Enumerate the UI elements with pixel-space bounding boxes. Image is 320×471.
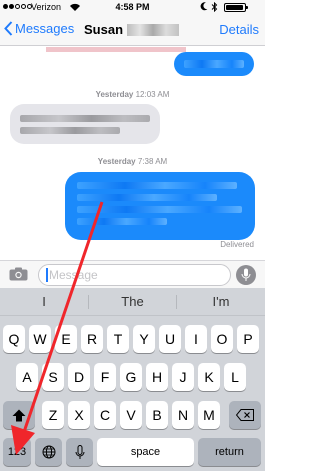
camera-icon[interactable] bbox=[9, 267, 28, 281]
redacted-surname bbox=[127, 24, 179, 36]
suggestion-1[interactable]: I bbox=[0, 288, 88, 316]
key-m[interactable]: M bbox=[198, 401, 220, 429]
back-to-messages-button[interactable]: Messages bbox=[4, 21, 74, 36]
globe-icon bbox=[42, 445, 55, 459]
predictive-text-bar: I The I'm bbox=[0, 288, 265, 316]
message-bubble-received[interactable] bbox=[10, 104, 160, 144]
key-x[interactable]: X bbox=[68, 401, 90, 429]
previous-attachment-edge bbox=[46, 47, 186, 52]
dictation-button[interactable] bbox=[236, 265, 256, 285]
shift-icon bbox=[12, 409, 26, 421]
key-r[interactable]: R bbox=[81, 325, 103, 353]
key-q[interactable]: Q bbox=[3, 325, 25, 353]
key-g[interactable]: G bbox=[120, 363, 142, 391]
back-button-label: Messages bbox=[15, 21, 75, 36]
key-t[interactable]: T bbox=[107, 325, 129, 353]
key-w[interactable]: W bbox=[29, 325, 51, 353]
key-i[interactable]: I bbox=[185, 325, 207, 353]
key-b[interactable]: B bbox=[146, 401, 168, 429]
numbers-key[interactable]: 123 bbox=[3, 438, 31, 466]
key-h[interactable]: H bbox=[146, 363, 168, 391]
shift-key[interactable] bbox=[3, 401, 35, 429]
timestamp: Yesterday 7:38 AM bbox=[97, 157, 168, 166]
key-y[interactable]: Y bbox=[133, 325, 155, 353]
globe-key[interactable] bbox=[35, 438, 62, 466]
space-key[interactable]: space bbox=[97, 438, 194, 466]
return-key[interactable]: return bbox=[198, 438, 261, 466]
key-s[interactable]: S bbox=[42, 363, 64, 391]
contact-name[interactable]: Susan bbox=[84, 22, 123, 37]
suggestion-3[interactable]: I'm bbox=[177, 288, 265, 316]
bluetooth-icon bbox=[211, 2, 218, 12]
timestamp: Yesterday 12:03 AM bbox=[95, 90, 170, 99]
suggestion-2[interactable]: The bbox=[89, 288, 176, 316]
text-cursor bbox=[46, 268, 48, 282]
key-j[interactable]: J bbox=[172, 363, 194, 391]
key-a[interactable]: A bbox=[16, 363, 38, 391]
navigation-bar: Messages Susan Details bbox=[0, 14, 265, 46]
key-n[interactable]: N bbox=[172, 401, 194, 429]
chevron-left-icon bbox=[4, 21, 13, 36]
key-k[interactable]: K bbox=[198, 363, 220, 391]
key-d[interactable]: D bbox=[68, 363, 90, 391]
key-c[interactable]: C bbox=[94, 401, 116, 429]
key-v[interactable]: V bbox=[120, 401, 142, 429]
message-input[interactable] bbox=[38, 264, 231, 286]
battery-icon bbox=[224, 3, 248, 12]
status-bar: Verizon 4:58 PM bbox=[0, 0, 265, 14]
message-bubble-sent[interactable] bbox=[65, 172, 255, 240]
details-button[interactable]: Details bbox=[219, 22, 259, 37]
moon-icon bbox=[200, 2, 208, 11]
keyboard: I The I'm Q W E R T Y U I O P A S D F G … bbox=[0, 288, 265, 471]
key-o[interactable]: O bbox=[211, 325, 233, 353]
key-e[interactable]: E bbox=[55, 325, 77, 353]
microphone-icon bbox=[241, 268, 251, 281]
backspace-key[interactable] bbox=[229, 401, 261, 429]
message-input-bar bbox=[0, 260, 265, 288]
microphone-icon bbox=[75, 444, 84, 459]
key-u[interactable]: U bbox=[159, 325, 181, 353]
delivery-status: Delivered bbox=[220, 240, 254, 249]
key-z[interactable]: Z bbox=[42, 401, 64, 429]
key-p[interactable]: P bbox=[237, 325, 259, 353]
dictation-key[interactable] bbox=[66, 438, 93, 466]
key-l[interactable]: L bbox=[224, 363, 246, 391]
message-bubble-sent[interactable] bbox=[174, 52, 254, 76]
key-f[interactable]: F bbox=[94, 363, 116, 391]
backspace-icon bbox=[236, 409, 254, 421]
